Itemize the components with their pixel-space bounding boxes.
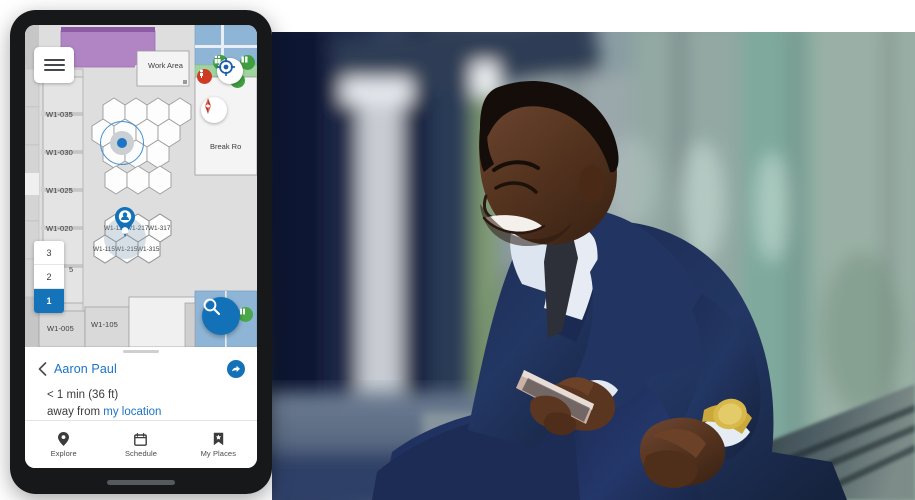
locate-me-icon[interactable] <box>217 58 243 84</box>
sheet-drag-handle[interactable] <box>123 350 159 353</box>
back-chevron-icon[interactable] <box>35 362 49 376</box>
businessman-on-phone-photo <box>272 32 915 500</box>
person-name: Aaron Paul <box>54 362 117 376</box>
bottom-tab-bar: Explore Schedule My Places <box>25 420 257 468</box>
room-label-w1-030: W1-030 <box>46 148 73 157</box>
calendar-icon <box>134 432 148 446</box>
tab-explore[interactable]: Explore <box>25 431 102 458</box>
tab-label-schedule: Schedule <box>124 448 158 458</box>
room-label-w1-035: W1-035 <box>46 110 73 119</box>
distance-line-1: < 1 min (36 ft) <box>47 389 119 401</box>
home-indicator[interactable] <box>107 480 175 485</box>
sheet-body: < 1 min (36 ft) away from my location <box>25 378 257 420</box>
restroom-women-icon[interactable] <box>238 307 253 322</box>
room-label-partial: 5 <box>69 265 74 274</box>
my-location-link[interactable]: my location <box>103 406 161 418</box>
exit-icon[interactable] <box>197 69 212 84</box>
tablet-screen: Work Area Break Ro W1-035 W1-030 W1-025 … <box>25 25 257 468</box>
share-icon[interactable] <box>227 360 245 378</box>
room-label-w1-005: W1-005 <box>47 324 74 333</box>
room-label-w1-105: W1-105 <box>91 320 118 329</box>
tab-label-my-places: My Places <box>200 448 237 458</box>
floor-option-1[interactable]: 1 <box>34 289 64 313</box>
hex-label-w1-317[interactable]: W1-317 <box>148 225 170 232</box>
room-label-w1-025: W1-025 <box>46 186 73 195</box>
bookmark-star-icon <box>213 432 224 446</box>
tab-schedule[interactable]: Schedule <box>102 432 179 458</box>
tab-my-places[interactable]: My Places <box>180 432 257 458</box>
page-root: Work Area Break Ro W1-035 W1-030 W1-025 … <box>0 0 915 500</box>
floor-selector[interactable]: 3 2 1 <box>34 241 64 313</box>
search-icon[interactable] <box>202 297 240 335</box>
hamburger-icon[interactable] <box>34 47 74 83</box>
tab-label-explore: Explore <box>50 448 77 458</box>
hamburger-line <box>43 59 65 61</box>
room-label-w1-020: W1-020 <box>46 224 73 233</box>
area-label-work-area: Work Area <box>148 61 183 70</box>
compass-icon[interactable] <box>201 97 227 123</box>
distance-line-2: away from my location <box>47 404 245 421</box>
hamburger-line <box>43 69 65 71</box>
floor-option-2[interactable]: 2 <box>34 265 64 289</box>
tablet-device: Work Area Break Ro W1-035 W1-030 W1-025 … <box>10 10 272 494</box>
distance-prefix: away from <box>47 405 104 418</box>
area-label-break-room: Break Ro <box>210 142 242 151</box>
indoor-map[interactable]: Work Area Break Ro W1-035 W1-030 W1-025 … <box>25 25 257 347</box>
hamburger-line <box>43 64 65 66</box>
dot-core <box>117 138 127 148</box>
floor-option-3[interactable]: 3 <box>34 241 64 265</box>
detail-bottom-sheet: Aaron Paul < 1 min (36 ft) away from my … <box>25 347 257 468</box>
location-pin-icon <box>58 431 70 446</box>
